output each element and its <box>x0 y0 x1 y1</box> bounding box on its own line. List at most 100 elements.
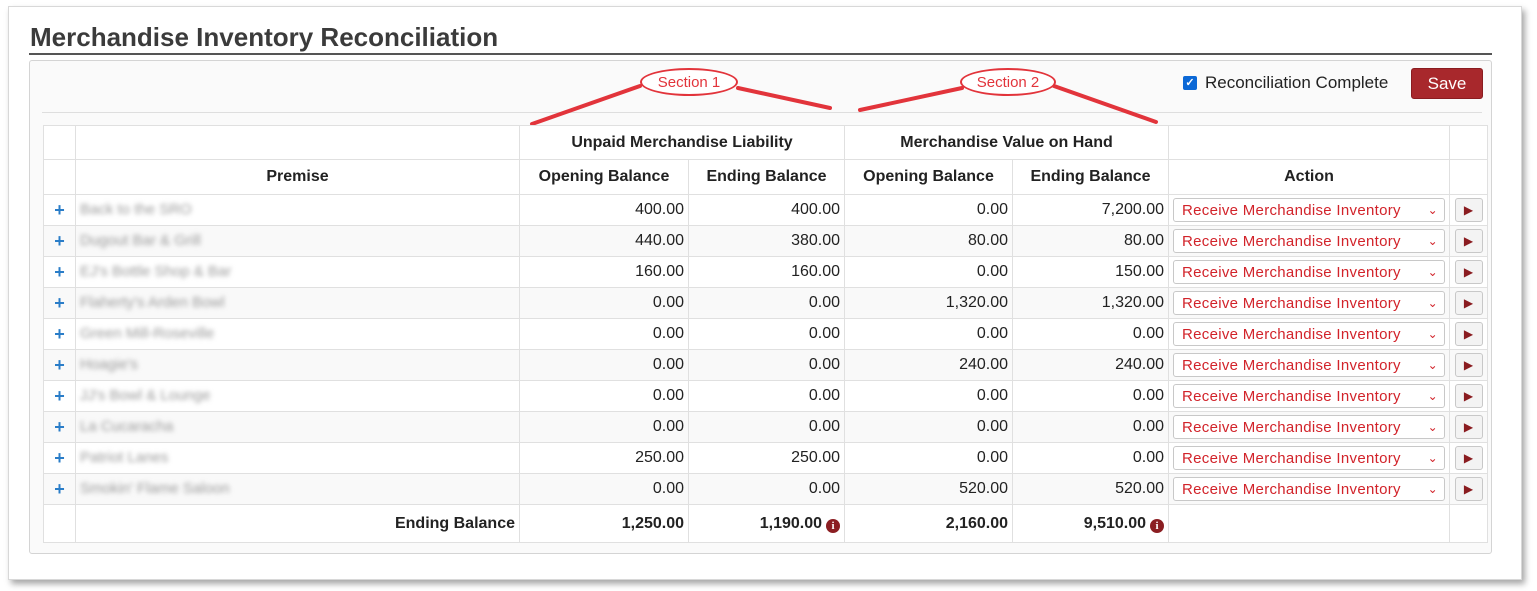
ul-opening-cell: 160.00 <box>519 256 689 288</box>
ul-ending-balance-header: Ending Balance <box>688 159 845 195</box>
title-divider <box>29 53 1492 55</box>
chevron-down-icon: ⌄ <box>1427 296 1438 310</box>
go-button[interactable]: ▶ <box>1454 384 1483 408</box>
unpaid-merchandise-liability-header: Unpaid Merchandise Liability <box>519 125 845 160</box>
mv-opening-cell: 0.00 <box>844 318 1013 350</box>
go-button[interactable]: ▶ <box>1454 446 1483 470</box>
mv-ending-cell: 150.00 <box>1012 256 1169 288</box>
ul-opening-cell: 0.00 <box>519 411 689 443</box>
blank-cell <box>43 504 76 543</box>
reconciliation-complete-toggle[interactable]: ✓ Reconciliation Complete <box>1183 72 1388 94</box>
action-select[interactable]: Receive Merchandise Inventory ⌄ <box>1173 477 1445 501</box>
play-icon: ▶ <box>1463 296 1474 310</box>
ul-ending-cell: 160.00 <box>688 256 845 288</box>
action-select[interactable]: Receive Merchandise Inventory ⌄ <box>1173 446 1445 470</box>
total-ul-ending: 1,190.00 <box>759 514 822 532</box>
chevron-down-icon: ⌄ <box>1427 203 1438 217</box>
go-button[interactable]: ▶ <box>1454 229 1483 253</box>
premise-name: Hoagie's <box>80 356 138 373</box>
table-row: + Dugout Bar & Grill 440.00 380.00 80.00… <box>43 225 1488 257</box>
premise-name: Back to the SRO <box>80 201 192 218</box>
action-select[interactable]: Receive Merchandise Inventory ⌄ <box>1173 229 1445 253</box>
go-button[interactable]: ▶ <box>1454 260 1483 284</box>
mv-opening-cell: 240.00 <box>844 349 1013 381</box>
info-icon[interactable]: i <box>826 518 840 533</box>
panel-divider <box>42 112 1482 113</box>
premise-name: EJ's Bottle Shop & Bar <box>80 263 232 280</box>
play-icon: ▶ <box>1463 234 1474 248</box>
table-row: + Back to the SRO 400.00 400.00 0.00 7,2… <box>43 194 1488 226</box>
chevron-down-icon: ⌄ <box>1427 234 1438 248</box>
go-button[interactable]: ▶ <box>1454 291 1483 315</box>
premise-name: Patriot Lanes <box>80 449 169 466</box>
play-icon: ▶ <box>1463 358 1474 372</box>
go-button[interactable]: ▶ <box>1454 353 1483 377</box>
ul-ending-cell: 380.00 <box>688 225 845 257</box>
premise-name: JJ's Bowl & Lounge <box>80 387 211 404</box>
mv-opening-balance-header: Opening Balance <box>844 159 1013 195</box>
expand-row-icon[interactable]: + <box>43 473 76 505</box>
table-row: + Green Mill-Roseville 0.00 0.00 0.00 0.… <box>43 318 1488 350</box>
mv-ending-balance-header: Ending Balance <box>1012 159 1169 195</box>
info-icon[interactable]: i <box>1150 518 1164 533</box>
ul-opening-cell: 0.00 <box>519 473 689 505</box>
go-button[interactable]: ▶ <box>1454 477 1483 501</box>
action-select-value: Receive Merchandise Inventory <box>1182 201 1401 219</box>
go-button[interactable]: ▶ <box>1454 415 1483 439</box>
expand-row-icon[interactable]: + <box>43 256 76 288</box>
play-icon: ▶ <box>1463 327 1474 341</box>
expand-row-icon[interactable]: + <box>43 380 76 412</box>
ul-ending-cell: 0.00 <box>688 473 845 505</box>
action-select-value: Receive Merchandise Inventory <box>1182 418 1401 436</box>
go-button[interactable]: ▶ <box>1454 198 1483 222</box>
premise-name: Dugout Bar & Grill <box>80 232 201 249</box>
expand-row-icon[interactable]: + <box>43 411 76 443</box>
blank-cell <box>1168 504 1450 543</box>
ul-ending-cell: 0.00 <box>688 380 845 412</box>
mv-ending-cell: 240.00 <box>1012 349 1169 381</box>
mv-opening-cell: 0.00 <box>844 380 1013 412</box>
premise-name: Smokin' Flame Saloon <box>80 480 230 497</box>
chevron-down-icon: ⌄ <box>1427 265 1438 279</box>
action-select[interactable]: Receive Merchandise Inventory ⌄ <box>1173 260 1445 284</box>
action-select-value: Receive Merchandise Inventory <box>1182 294 1401 312</box>
expand-row-icon[interactable]: + <box>43 442 76 474</box>
action-select-value: Receive Merchandise Inventory <box>1182 449 1401 467</box>
ul-opening-balance-header: Opening Balance <box>519 159 689 195</box>
mv-ending-cell: 80.00 <box>1012 225 1169 257</box>
section2-callout: Section 2 <box>960 68 1056 96</box>
ul-ending-cell: 0.00 <box>688 349 845 381</box>
blank-header <box>43 125 76 160</box>
action-select[interactable]: Receive Merchandise Inventory ⌄ <box>1173 384 1445 408</box>
mv-opening-cell: 0.00 <box>844 411 1013 443</box>
play-icon: ▶ <box>1463 265 1474 279</box>
table-row: + Flaherty's Arden Bowl 0.00 0.00 1,320.… <box>43 287 1488 319</box>
expand-row-icon[interactable]: + <box>43 194 76 226</box>
expand-row-icon[interactable]: + <box>43 287 76 319</box>
action-select[interactable]: Receive Merchandise Inventory ⌄ <box>1173 322 1445 346</box>
totals-label: Ending Balance <box>75 504 520 543</box>
expand-row-icon[interactable]: + <box>43 318 76 350</box>
premise-name: Green Mill-Roseville <box>80 325 215 342</box>
action-select[interactable]: Receive Merchandise Inventory ⌄ <box>1173 198 1445 222</box>
save-button[interactable]: Save <box>1411 68 1483 99</box>
action-select[interactable]: Receive Merchandise Inventory ⌄ <box>1173 415 1445 439</box>
chevron-down-icon: ⌄ <box>1427 389 1438 403</box>
ul-ending-cell: 0.00 <box>688 318 845 350</box>
blank-header <box>75 125 520 160</box>
premise-name: Flaherty's Arden Bowl <box>80 294 225 311</box>
play-icon: ▶ <box>1463 420 1474 434</box>
premise-name: La Cucaracha <box>80 418 174 435</box>
expand-row-icon[interactable]: + <box>43 349 76 381</box>
reconciliation-complete-checkbox[interactable]: ✓ <box>1183 76 1197 90</box>
mv-opening-cell: 0.00 <box>844 194 1013 226</box>
table-row: + EJ's Bottle Shop & Bar 160.00 160.00 0… <box>43 256 1488 288</box>
action-select[interactable]: Receive Merchandise Inventory ⌄ <box>1173 291 1445 315</box>
go-button[interactable]: ▶ <box>1454 322 1483 346</box>
table-row: + Smokin' Flame Saloon 0.00 0.00 520.00 … <box>43 473 1488 505</box>
totals-row: Ending Balance 1,250.00 1,190.00 i 2,160.… <box>43 504 1488 543</box>
mv-opening-cell: 520.00 <box>844 473 1013 505</box>
expand-row-icon[interactable]: + <box>43 225 76 257</box>
ul-opening-cell: 0.00 <box>519 349 689 381</box>
action-select[interactable]: Receive Merchandise Inventory ⌄ <box>1173 353 1445 377</box>
